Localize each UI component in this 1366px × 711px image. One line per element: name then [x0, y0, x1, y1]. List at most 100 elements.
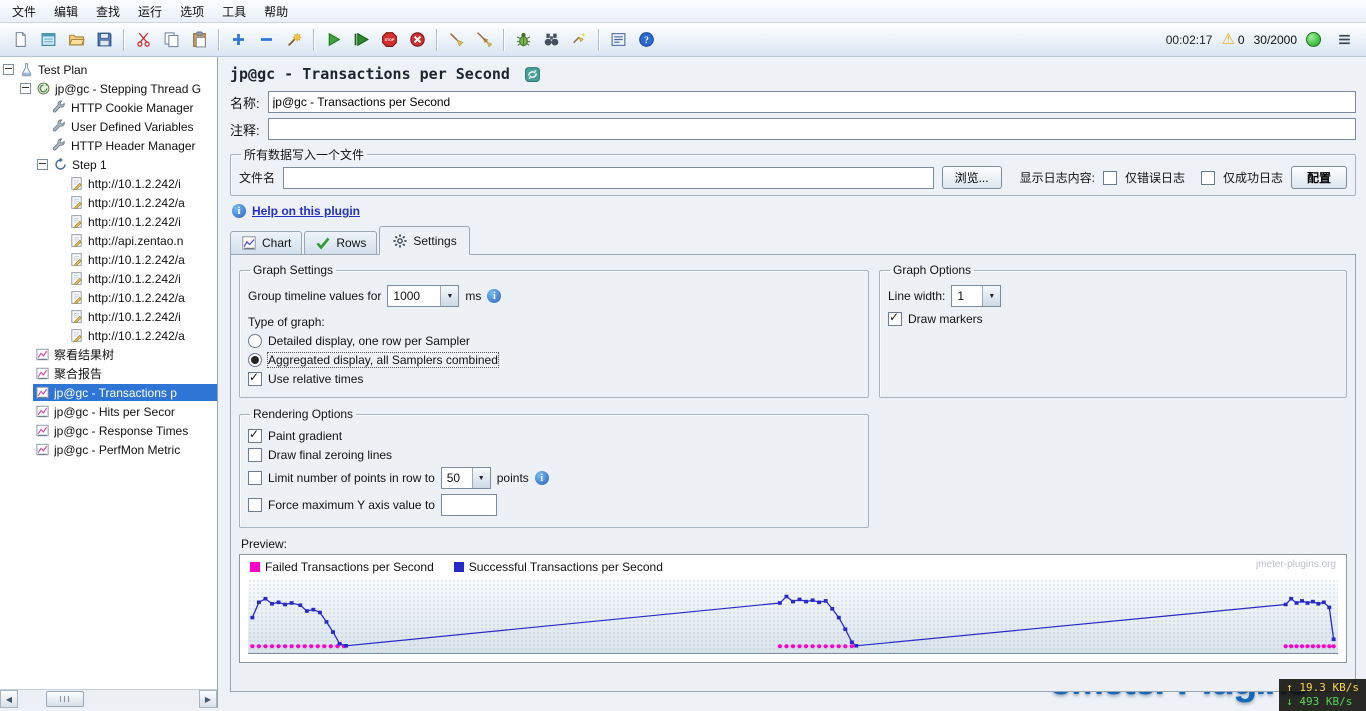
name-input[interactable] — [267, 91, 1356, 113]
collapse-handle[interactable] — [20, 83, 31, 94]
menu-item-help[interactable]: 帮助 — [256, 1, 296, 22]
search-button[interactable] — [538, 27, 564, 53]
new-file-button[interactable] — [7, 27, 33, 53]
tree-item-hits-per-second[interactable]: jp@gc - Hits per Secor — [0, 402, 217, 421]
scroll-left-button[interactable]: ◀ — [0, 690, 18, 708]
use-relative-times-checkbox[interactable] — [248, 370, 262, 386]
sampler-icon — [69, 309, 84, 324]
chevron-down-icon[interactable]: ▼ — [471, 468, 490, 488]
success-only-checkbox[interactable] — [1200, 170, 1215, 185]
tree-item-test-plan[interactable]: Test Plan — [0, 60, 217, 79]
shutdown-icon — [409, 31, 426, 48]
menu-item-edit[interactable]: 编辑 — [46, 1, 86, 22]
start-no-pauses-button[interactable] — [348, 27, 374, 53]
tree-horizontal-scrollbar[interactable]: ◀ ▶ — [0, 689, 217, 708]
tree-item-response-times[interactable]: jp@gc - Response Times — [0, 421, 217, 440]
menu-item-tools[interactable]: 工具 — [214, 1, 254, 22]
shutdown-button[interactable] — [404, 27, 430, 53]
tree-item[interactable]: HTTP Header Manager — [0, 136, 217, 155]
tree-item[interactable]: http://10.1.2.242/i — [0, 269, 217, 288]
function-helper-button[interactable] — [605, 27, 631, 53]
line-width-combobox[interactable]: 1 ▼ — [951, 285, 1002, 307]
cut-button[interactable] — [130, 27, 156, 53]
loop-icon — [53, 157, 68, 172]
chevron-down-icon[interactable]: ▼ — [982, 286, 1001, 306]
collapse-handle[interactable] — [3, 64, 14, 75]
sampler-icon — [69, 271, 84, 286]
tree-item-view-results-tree[interactable]: 察看结果树 — [0, 345, 217, 364]
sampler-icon — [69, 195, 84, 210]
tree-item[interactable]: http://10.1.2.242/i — [0, 212, 217, 231]
toggle-button[interactable] — [281, 27, 307, 53]
save-button[interactable] — [91, 27, 117, 53]
paste-button[interactable] — [186, 27, 212, 53]
scrollbar-track[interactable] — [18, 690, 199, 708]
tree-item-aggregate-report[interactable]: 聚合报告 — [0, 364, 217, 383]
tree-item[interactable]: http://10.1.2.242/i — [0, 307, 217, 326]
tree-item-thread-group[interactable]: jp@gc - Stepping Thread G — [0, 79, 217, 98]
tree-item-transactions-per-second[interactable]: jp@gc - Transactions p — [0, 383, 217, 402]
error-indicator[interactable]: ⚠ 0 — [1221, 32, 1244, 47]
tree-item[interactable]: http://10.1.2.242/a — [0, 326, 217, 345]
menu-item-search[interactable]: 查找 — [88, 1, 128, 22]
test-timer: 00:02:17 — [1165, 32, 1213, 47]
tab-settings[interactable]: Settings — [379, 226, 470, 255]
filename-label: 文件名 — [239, 171, 276, 185]
scroll-right-button[interactable]: ▶ — [199, 690, 217, 708]
menu-item-run[interactable]: 运行 — [130, 1, 170, 22]
detailed-display-radio[interactable] — [248, 334, 262, 348]
collapse-handle[interactable] — [37, 159, 48, 170]
menu-item-options[interactable]: 选项 — [172, 1, 212, 22]
clear-button[interactable] — [443, 27, 469, 53]
tree-item-step1[interactable]: Step 1 — [0, 155, 217, 174]
collapse-all-button[interactable] — [253, 27, 279, 53]
tree-item[interactable]: User Defined Variables — [0, 117, 217, 136]
expand-all-icon — [230, 31, 247, 48]
tree-item[interactable]: http://10.1.2.242/a — [0, 288, 217, 307]
menu-bar: 文件 编辑 查找 运行 选项 工具 帮助 — [0, 0, 1366, 23]
tree-item[interactable]: http://10.1.2.242/a — [0, 193, 217, 212]
browse-button[interactable]: 浏览... — [941, 166, 1002, 189]
sampler-icon — [69, 290, 84, 305]
errors-only-label: 仅错误日志 — [1124, 171, 1185, 185]
limit-points-checkbox[interactable] — [248, 471, 262, 485]
copy-button[interactable] — [158, 27, 184, 53]
errors-only-checkbox[interactable] — [1102, 170, 1117, 185]
paint-gradient-checkbox[interactable] — [248, 427, 262, 443]
tree-item[interactable]: http://10.1.2.242/i — [0, 174, 217, 193]
limit-points-combobox[interactable]: 50 ▼ — [440, 467, 491, 489]
tree-item-perfmon-metrics[interactable]: jp@gc - PerfMon Metric — [0, 440, 217, 459]
expand-all-button[interactable] — [225, 27, 251, 53]
plugin-refresh-icon[interactable] — [524, 66, 541, 83]
menu-button[interactable] — [1331, 27, 1357, 53]
tab-chart[interactable]: Chart — [230, 231, 303, 255]
filename-input[interactable] — [283, 166, 934, 189]
zeroing-lines-checkbox[interactable] — [248, 448, 262, 462]
tab-rows[interactable]: Rows — [304, 231, 378, 255]
error-count: 0 — [1237, 32, 1245, 47]
scrollbar-thumb[interactable] — [46, 691, 84, 707]
chevron-down-icon[interactable]: ▼ — [440, 286, 459, 306]
help-button[interactable] — [633, 27, 659, 53]
tree-item[interactable]: HTTP Cookie Manager — [0, 98, 217, 117]
start-button[interactable] — [320, 27, 346, 53]
open-button[interactable] — [63, 27, 89, 53]
force-max-y-checkbox[interactable] — [248, 498, 262, 512]
search-reset-button[interactable] — [566, 27, 592, 53]
timeline-combobox[interactable]: 1000 ▼ — [387, 285, 460, 307]
templates-button[interactable] — [35, 27, 61, 53]
help-plugin-link[interactable]: Help on this plugin — [252, 204, 360, 218]
clear-all-button[interactable] — [471, 27, 497, 53]
tree-item[interactable]: http://api.zentao.n — [0, 231, 217, 250]
aggregated-display-radio[interactable] — [248, 353, 262, 367]
menu-item-file[interactable]: 文件 — [4, 1, 44, 22]
configure-button[interactable]: 配置 — [1290, 166, 1347, 189]
force-max-y-input[interactable] — [440, 494, 497, 516]
comment-input[interactable] — [267, 118, 1356, 140]
use-relative-times-label: Use relative times — [268, 372, 364, 386]
stop-button[interactable] — [376, 27, 402, 53]
debug-button[interactable] — [510, 27, 536, 53]
tree-item[interactable]: http://10.1.2.242/a — [0, 250, 217, 269]
draw-markers-checkbox[interactable] — [888, 310, 902, 326]
cut-icon — [135, 31, 152, 48]
